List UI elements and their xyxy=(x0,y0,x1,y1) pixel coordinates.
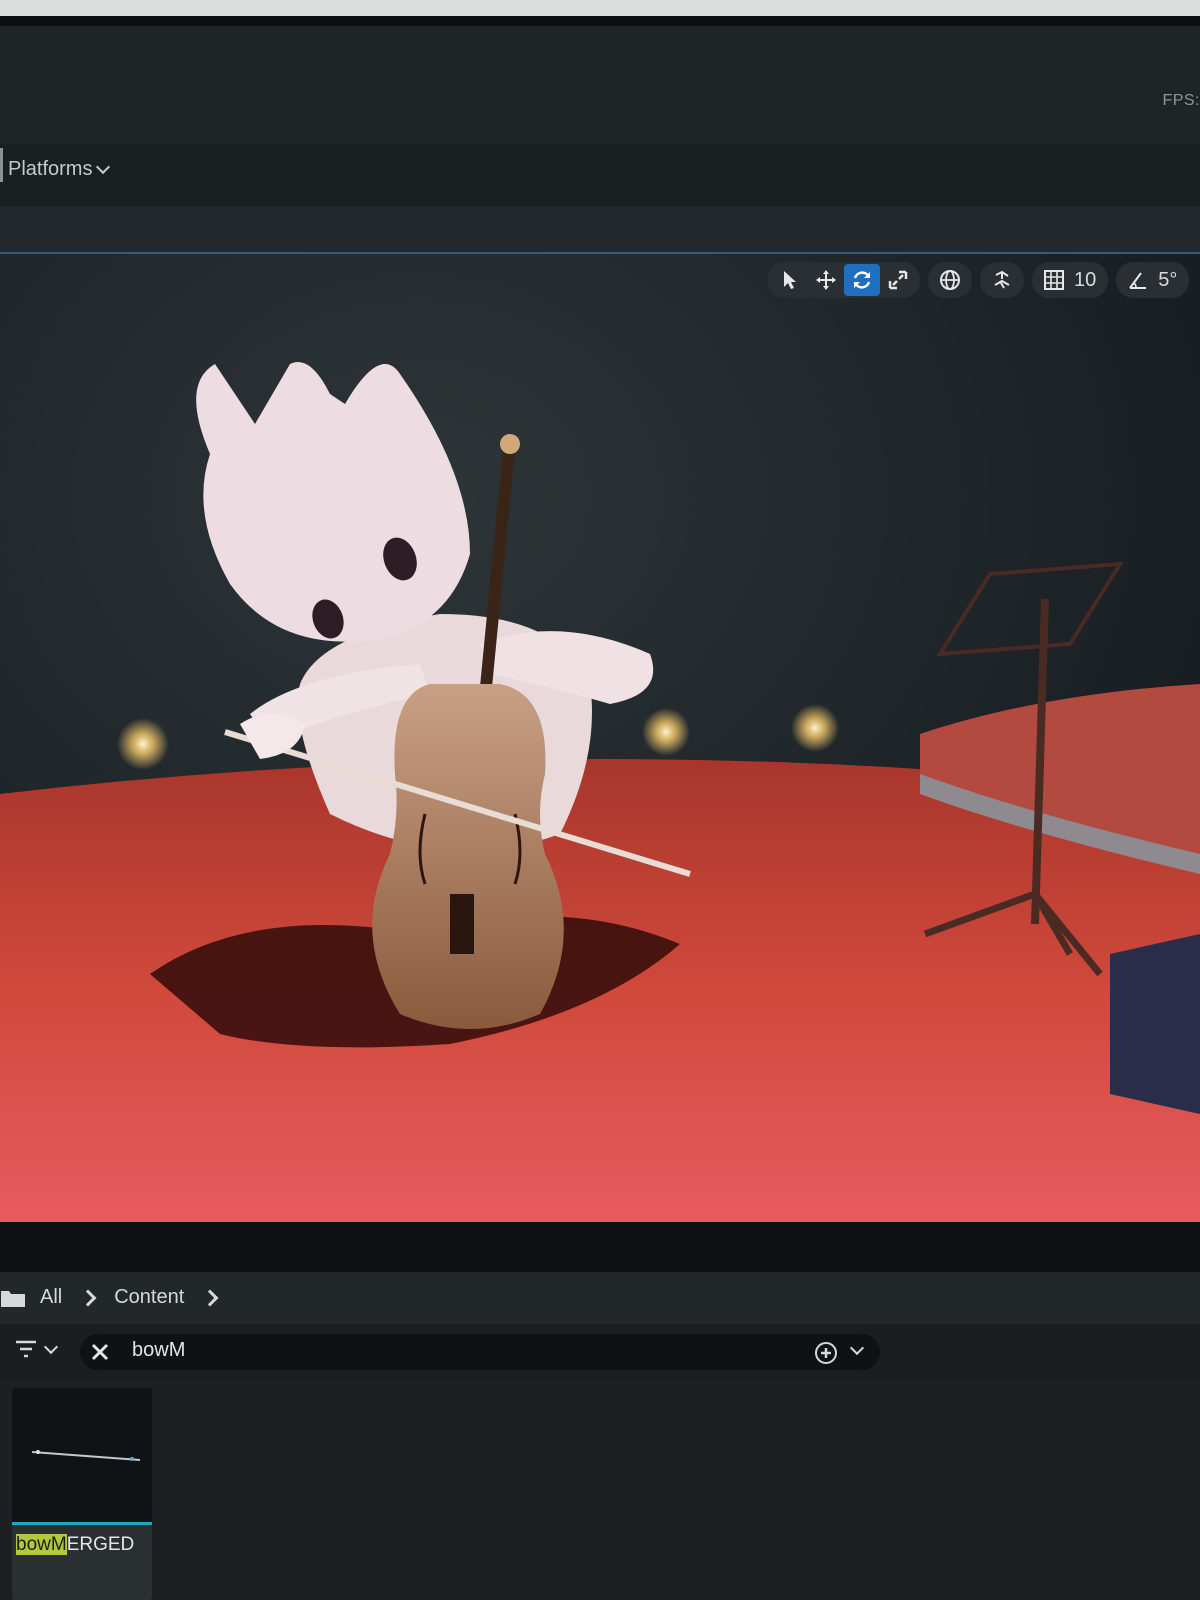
chevron-down-icon[interactable] xyxy=(849,1340,865,1356)
stage-box xyxy=(1110,934,1200,1114)
panel-separator xyxy=(0,1222,1200,1272)
content-browser: All Content bowM bowMERGED xyxy=(0,1272,1200,1600)
surface-snap-icon xyxy=(994,270,1010,289)
grid-snap-toggle[interactable] xyxy=(1036,264,1072,296)
editor-top-bar: FPS: xyxy=(0,26,1200,144)
globe-icon xyxy=(940,270,960,290)
content-browser-path-bar: All Content xyxy=(0,1272,1200,1324)
coordinate-space-group xyxy=(928,262,972,298)
viewport-toolbar: 10 5° xyxy=(768,262,1190,298)
photo-background-strip xyxy=(0,0,1200,16)
asset-type-color-strip xyxy=(12,1522,152,1525)
asset-search-box xyxy=(80,1334,880,1370)
chevron-down-icon xyxy=(96,159,111,175)
breadcrumb: All Content xyxy=(0,1286,222,1309)
search-filter-row xyxy=(0,1324,1200,1380)
breadcrumb-content[interactable]: Content xyxy=(114,1286,184,1309)
rotate-tool-button[interactable] xyxy=(844,264,880,296)
bow-mesh-preview xyxy=(31,1450,141,1461)
viewport-tab-bar xyxy=(0,206,1200,254)
rotation-snap-value[interactable]: 5° xyxy=(1156,269,1185,292)
transform-tools-group xyxy=(768,262,920,298)
filter-icon xyxy=(16,1340,36,1358)
grid-snap-group: 10 xyxy=(1032,262,1109,298)
search-input[interactable] xyxy=(132,1339,732,1362)
monitor-bezel xyxy=(0,16,1200,26)
platforms-label: Platforms xyxy=(8,158,93,180)
asset-tile[interactable]: bowMERGED xyxy=(12,1388,152,1600)
chevron-right-icon[interactable] xyxy=(201,1289,219,1306)
translate-tool-button[interactable] xyxy=(808,264,844,296)
asset-name-match: bowM xyxy=(16,1534,67,1555)
filter-button[interactable] xyxy=(14,1338,59,1360)
select-arrow-icon xyxy=(784,271,796,289)
asset-thumbnail xyxy=(12,1388,152,1522)
add-filter-icon[interactable] xyxy=(812,1340,840,1366)
level-viewport[interactable] xyxy=(0,254,1200,1222)
chevron-down-icon xyxy=(43,1339,59,1354)
breadcrumb-all[interactable]: All xyxy=(40,1286,62,1309)
stage-light-left xyxy=(117,718,169,770)
grid-snap-value[interactable]: 10 xyxy=(1072,269,1104,292)
fps-readout: FPS: xyxy=(1162,92,1200,109)
toolbar xyxy=(0,144,1200,206)
grid-icon xyxy=(1044,270,1064,290)
rotation-snap-group: 5° xyxy=(1116,262,1190,298)
angle-icon xyxy=(1129,272,1147,289)
surface-snapping-button[interactable] xyxy=(984,264,1020,296)
toolbar-divider xyxy=(0,148,3,182)
select-tool-button[interactable] xyxy=(772,264,808,296)
asset-name-rest: ERGED xyxy=(66,1534,135,1555)
chevron-right-icon[interactable] xyxy=(79,1289,97,1306)
folder-icon xyxy=(1,1290,25,1307)
translate-icon xyxy=(816,270,836,290)
scale-icon xyxy=(888,270,908,290)
world-local-toggle[interactable] xyxy=(932,264,968,296)
stage-light-center xyxy=(642,708,690,756)
scene-render xyxy=(0,254,1200,1222)
rotate-icon xyxy=(853,271,871,289)
asset-name: bowMERGED xyxy=(16,1534,134,1556)
asset-grid: bowMERGED xyxy=(0,1380,1200,1600)
surface-snap-group xyxy=(980,262,1024,298)
stage-light-right xyxy=(791,704,839,752)
platforms-button[interactable]: Platforms xyxy=(8,158,111,181)
scale-tool-button[interactable] xyxy=(880,264,916,296)
rotation-snap-toggle[interactable] xyxy=(1120,264,1156,296)
close-icon[interactable] xyxy=(86,1338,114,1366)
